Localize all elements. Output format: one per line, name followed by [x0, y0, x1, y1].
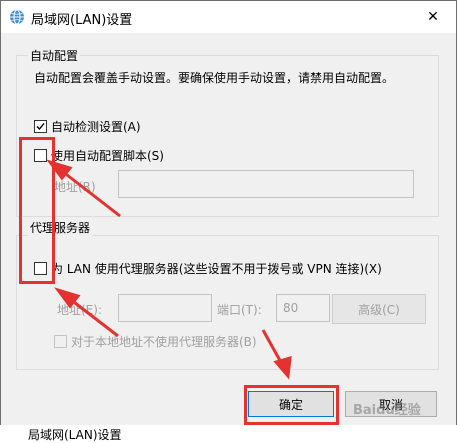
- background-window-strip: 局域网(LAN)设置: [0, 425, 457, 442]
- background-window-title: 局域网(LAN)设置: [28, 428, 122, 442]
- annotation-arrow-lower: [54, 287, 119, 338]
- annotation-arrows: [46, 159, 292, 380]
- annotation-arrow-ok: [261, 329, 292, 380]
- annotation-arrow-upper: [46, 159, 121, 218]
